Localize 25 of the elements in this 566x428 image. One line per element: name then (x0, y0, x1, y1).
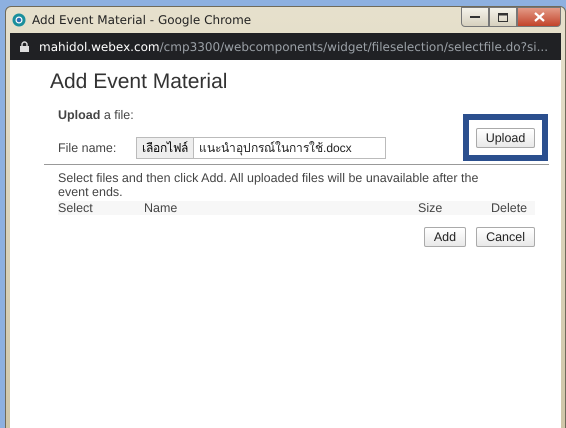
dialog-heading: Add Event Material (50, 70, 228, 94)
add-button[interactable]: Add (424, 227, 466, 247)
window-title: Add Event Material - Google Chrome (32, 13, 252, 27)
close-icon (534, 12, 544, 22)
address-bar[interactable]: mahidol.webex.com/cmp3300/webcomponents/widget/fileselection/selectfile.do?si... (10, 33, 561, 60)
chrome-logo-icon (12, 13, 26, 27)
instructions-text: Select files and then click Add. All uploaded files will be unavailable after the event ends. (58, 171, 480, 199)
file-name-value: แนะนำอุปกรณ์ในการใช้.docx (198, 140, 352, 157)
minimize-icon (470, 15, 480, 19)
lock-icon (20, 41, 29, 52)
upload-label: Upload a file: (58, 108, 135, 122)
column-header: Delete (491, 201, 528, 215)
file-name-label: File name: (58, 140, 118, 154)
url-text: mahidol.webex.com/cmp3300/webcomponents/widget/fileselection/selectfile.do?si... (39, 40, 548, 54)
maximize-button[interactable] (489, 7, 517, 27)
minimize-button[interactable] (461, 7, 489, 27)
choose-file-button[interactable]: เลือกไฟล์ (137, 138, 194, 158)
cancel-button[interactable]: Cancel (476, 227, 535, 247)
file-input[interactable]: เลือกไฟล์ แนะนำอุปกรณ์ในการใช้.docx (136, 136, 386, 158)
column-header: Name (144, 201, 178, 215)
column-header: Select (58, 201, 94, 215)
upload-button[interactable]: Upload (476, 128, 536, 148)
close-button[interactable] (517, 7, 561, 27)
maximize-icon (498, 12, 508, 22)
column-header: Size (418, 201, 444, 215)
